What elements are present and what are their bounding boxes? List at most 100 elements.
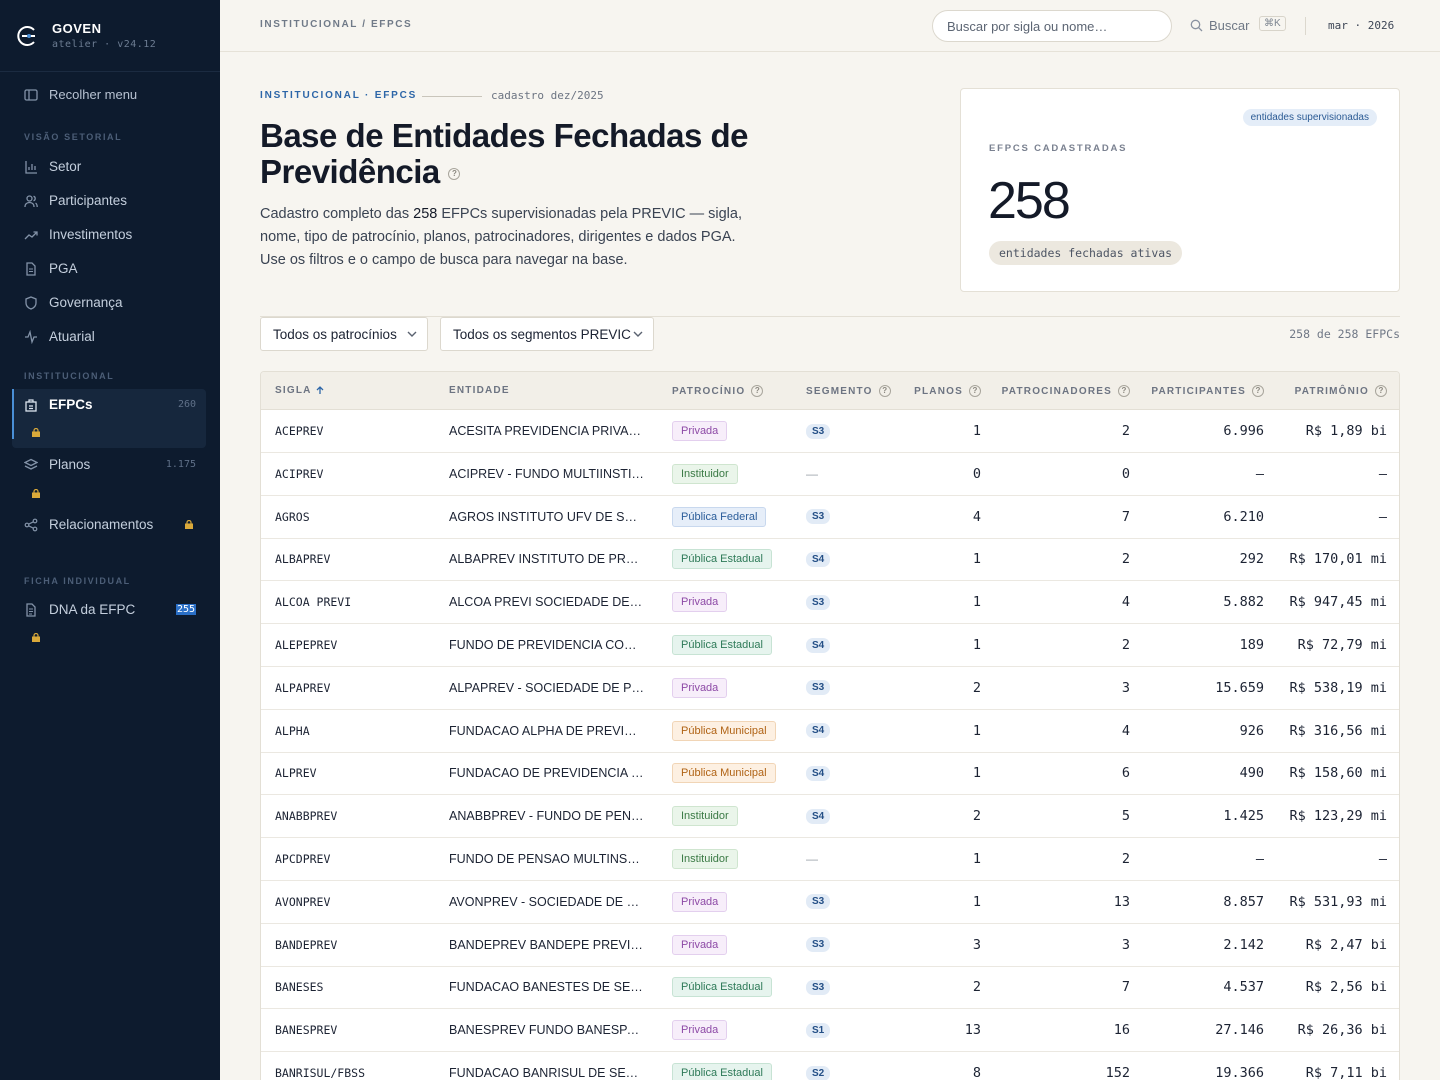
table-row[interactable]: ALPREV FUNDACAO DE PREVIDENCIA COMPLEMENT…: [261, 752, 1399, 796]
column-header-entidade[interactable]: ENTIDADE: [449, 385, 510, 396]
cell-planos: 0: [972, 465, 981, 482]
trending-up-icon: [24, 230, 38, 239]
table-row[interactable]: BANESPREV BANESPREV FUNDO BANESPA DE SEGU…: [261, 1009, 1399, 1053]
cell-sigla: AGROS: [275, 509, 310, 524]
sidebar-item-label: Participantes: [49, 193, 128, 208]
cell-patrocinadores: 2: [1121, 637, 1130, 653]
column-header-segmento[interactable]: SEGMENTO?: [806, 385, 891, 397]
cell-patrocinio: Pública Federal: [672, 496, 767, 538]
help-icon[interactable]: ?: [751, 385, 764, 397]
cell-entidade: ALCOA PREVI SOCIEDADE DE PREVIDENCIA: [449, 581, 649, 623]
cell-segmento: S4: [806, 538, 831, 580]
cell-entidade: AVONPREV - SOCIEDADE DE PREVIDENCIA: [449, 881, 649, 923]
cell-patrimonio: R$ 2,56 bi: [1305, 979, 1387, 996]
sidebar-item-setor[interactable]: Setor: [24, 159, 206, 174]
cell-participantes: 19.366: [1215, 1065, 1264, 1080]
help-icon[interactable]: ?: [1118, 385, 1130, 397]
segmento-badge: S4: [806, 765, 831, 781]
table-row[interactable]: ACIPREV ACIPREV - FUNDO MULTIINSTITUIDOR I…: [261, 453, 1399, 496]
segmento-badge: S1: [806, 1022, 831, 1038]
sidebar-item-label: PGA: [49, 261, 78, 276]
sidebar-item-label: Atuarial: [49, 329, 95, 344]
cell-patrocinio: Instituidor: [672, 838, 738, 880]
column-header-participantes[interactable]: PARTICIPANTES?: [1151, 385, 1264, 397]
cell-patrocinadores: 6: [1121, 765, 1130, 782]
cell-sigla: BANDEPREV: [275, 937, 338, 952]
cell-patrocinio: Pública Estadual: [672, 624, 772, 666]
sidebar-item-efpcs[interactable]: EFPCs 260: [24, 397, 206, 412]
sidebar-item-planos[interactable]: Planos 1.175: [24, 457, 206, 472]
column-header-planos[interactable]: PLANOS?: [914, 385, 981, 397]
cell-segmento: S3: [806, 881, 831, 923]
sidebar-item-relacionamentos[interactable]: Relacionamentos: [24, 517, 206, 532]
column-header-patrimonio[interactable]: PATRIMÔNIO?: [1295, 385, 1387, 397]
cell-patrocinadores: 2: [1121, 851, 1130, 867]
cell-patrocinio: Pública Estadual: [672, 538, 772, 580]
table-row[interactable]: ALPAPREV ALPAPREV - SOCIEDADE DE PREVIDEN…: [261, 667, 1399, 710]
cell-entidade: FUNDACAO DE PREVIDENCIA COMPLEMENTAR: [449, 752, 649, 794]
shield-icon: [25, 295, 37, 310]
table-row[interactable]: ALEPEPREV FUNDO DE PREVIDENCIA COMPLEMENT…: [261, 624, 1399, 667]
table-row[interactable]: BANRISUL/FBSS FUNDACAO BANRISUL DE SEGURI…: [261, 1052, 1399, 1080]
column-header-patrocinio[interactable]: PATROCÍNIO?: [672, 385, 764, 397]
help-icon[interactable]: ?: [878, 385, 891, 397]
cell-entidade: FUNDO DE PENSAO MULTINSTITUIDOR: [449, 838, 649, 880]
cell-participantes: 6.996: [1223, 423, 1264, 439]
search-button[interactable]: Buscar: [1190, 18, 1249, 33]
help-icon[interactable]: ?: [969, 385, 981, 397]
help-icon[interactable]: ?: [1375, 385, 1387, 397]
patrocinio-filter[interactable]: Todos os patrocínios: [260, 317, 428, 351]
table-row[interactable]: AGROS AGROS INSTITUTO UFV DE SEGURIDADE S…: [261, 496, 1399, 539]
search-input[interactable]: [932, 10, 1172, 42]
sidebar-item-dna-efpc[interactable]: DNA da EFPC 255: [24, 602, 206, 617]
sidebar-item-participantes[interactable]: Participantes: [24, 193, 206, 208]
cell-entidade-text: ACESITA PREVIDENCIA PRIVADA: [449, 424, 645, 438]
cell-planos: 4: [972, 508, 981, 525]
cell-participantes: 490: [1239, 765, 1264, 782]
sidebar-item-governanca[interactable]: Governança: [24, 295, 206, 310]
cell-segmento: S3: [806, 496, 831, 538]
patrocinio-badge: Pública Federal: [672, 506, 767, 527]
column-header-label: PLANOS: [914, 385, 963, 397]
sidebar-item-atuarial[interactable]: Atuarial: [24, 329, 206, 344]
patrocinio-badge: Instituidor: [672, 849, 738, 869]
column-header-patrocinadores[interactable]: PATROCINADORES?: [1002, 385, 1130, 397]
cell-entidade-text: FUNDACAO BANESTES DE SEGURIDADE SOCIAL: [449, 980, 645, 995]
kpi-pill: entidades fechadas ativas: [989, 241, 1183, 265]
help-icon[interactable]: ?: [1252, 385, 1264, 397]
sidebar-item-investimentos[interactable]: Investimentos: [24, 227, 206, 242]
table-row[interactable]: APCDPREV FUNDO DE PENSAO MULTINSTITUIDOR I…: [261, 838, 1399, 881]
segmento-filter[interactable]: Todos os segmentos PREVIC: [440, 317, 654, 351]
cell-patrocinio: Pública Municipal: [672, 710, 776, 752]
table-row[interactable]: ANABBPREV ANABBPREV - FUNDO DE PENSAO Inst…: [261, 795, 1399, 839]
table-row[interactable]: ALCOA PREVI ALCOA PREVI SOCIEDADE DE PREV…: [261, 581, 1399, 625]
period-selector[interactable]: mar · 2026: [1328, 19, 1394, 32]
cell-patrocinadores: 3: [1121, 679, 1130, 696]
cell-entidade: FUNDACAO BANRISUL DE SEGURIDADE SOCIAL: [449, 1052, 649, 1080]
brand[interactable]: GOVEN atelier · v24.12: [0, 0, 220, 72]
patrocinio-badge: Privada: [672, 891, 728, 912]
efpc-table: SIGLA ENTIDADE PATROCÍNIO? SEGMENTO? PLA…: [260, 371, 1400, 1080]
segmento-badge: S3: [806, 423, 831, 439]
sidebar-item-pga[interactable]: PGA: [24, 261, 206, 276]
column-header-sigla[interactable]: SIGLA: [275, 385, 324, 396]
cell-segmento: S3: [806, 667, 831, 709]
cell-segmento: S4: [806, 752, 831, 794]
cell-entidade-text: FUNDO DE PENSAO MULTINSTITUIDOR: [449, 852, 645, 866]
table-row[interactable]: AVONPREV AVONPREV - SOCIEDADE DE PREVIDEN…: [261, 881, 1399, 924]
help-icon[interactable]: ?: [448, 168, 461, 181]
segmento-badge: S3: [806, 894, 831, 910]
collapse-menu-button[interactable]: Recolher menu: [24, 87, 137, 102]
cell-segmento: S3: [806, 410, 831, 452]
cell-participantes: 926: [1239, 722, 1264, 739]
cell-patrocinio: Pública Estadual: [672, 966, 772, 1008]
table-row[interactable]: BANDEPREV BANDEPREV BANDEPE PREVIDENCIA S…: [261, 924, 1399, 967]
cell-entidade-text: ALPAPREV - SOCIEDADE DE PREVIDENCIA: [449, 680, 645, 695]
brand-name: GOVEN: [52, 21, 102, 36]
table-row[interactable]: ALBAPREV ALBAPREV INSTITUTO DE PREVIDENCI…: [261, 538, 1399, 582]
table-row[interactable]: ALPHA FUNDACAO ALPHA DE PREVIDENCIA Públic…: [261, 710, 1399, 753]
table-row[interactable]: ACEPREV ACESITA PREVIDENCIA PRIVADA Privad…: [261, 410, 1399, 453]
table-row[interactable]: BANESES FUNDACAO BANESTES DE SEGURIDADE S…: [261, 966, 1399, 1010]
description-intro: Cadastro completo das: [260, 206, 414, 222]
cell-planos: 2: [972, 979, 981, 996]
